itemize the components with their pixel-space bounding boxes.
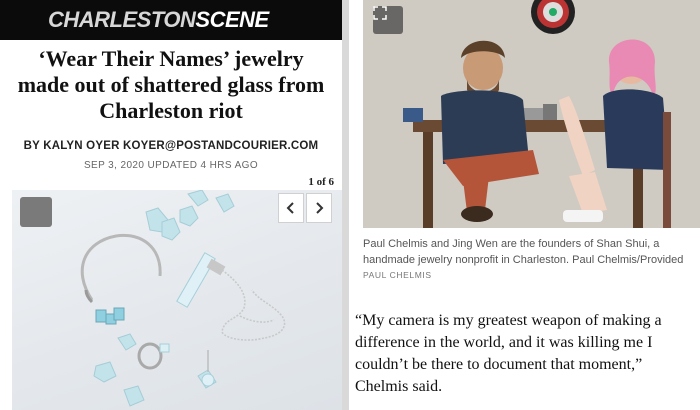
photo-gallery[interactable] <box>12 190 342 410</box>
gallery-prev-button[interactable] <box>278 193 304 223</box>
site-logo[interactable]: CHARLESTONSCENE <box>48 8 269 32</box>
jewelry-photo <box>80 190 286 407</box>
masthead: CHARLESTONSCENE <box>0 0 342 40</box>
article-panel-right: Paul Chelmis and Jing Wen are the founde… <box>349 0 700 410</box>
photo-credit: PAUL CHELMIS <box>363 270 432 280</box>
gallery-counter: 1 of 6 <box>308 176 334 188</box>
article-panel-left: CHARLESTONSCENE ‘Wear Their Names’ jewel… <box>0 0 342 410</box>
article-byline[interactable]: BY KALYN OYER KOYER@POSTANDCOURIER.COM <box>0 140 342 152</box>
chevron-right-icon <box>316 202 324 214</box>
gallery-expand-button[interactable] <box>20 197 52 227</box>
article-quote: “My camera is my greatest weapon of maki… <box>355 312 662 395</box>
photo-caption: Paul Chelmis and Jing Wen are the founde… <box>363 238 684 266</box>
gallery-next-button[interactable] <box>306 193 332 223</box>
founders-photo[interactable] <box>363 0 700 228</box>
photo-expand-button[interactable] <box>373 6 403 34</box>
article-headline: ‘Wear Their Names’ jewelry made out of s… <box>17 46 325 123</box>
fullscreen-corners-icon <box>373 6 387 20</box>
chevron-left-icon <box>286 202 294 214</box>
article-dateline: SEP 3, 2020 UPDATED 4 HRS AGO <box>83 160 259 171</box>
founders-image <box>363 0 700 228</box>
